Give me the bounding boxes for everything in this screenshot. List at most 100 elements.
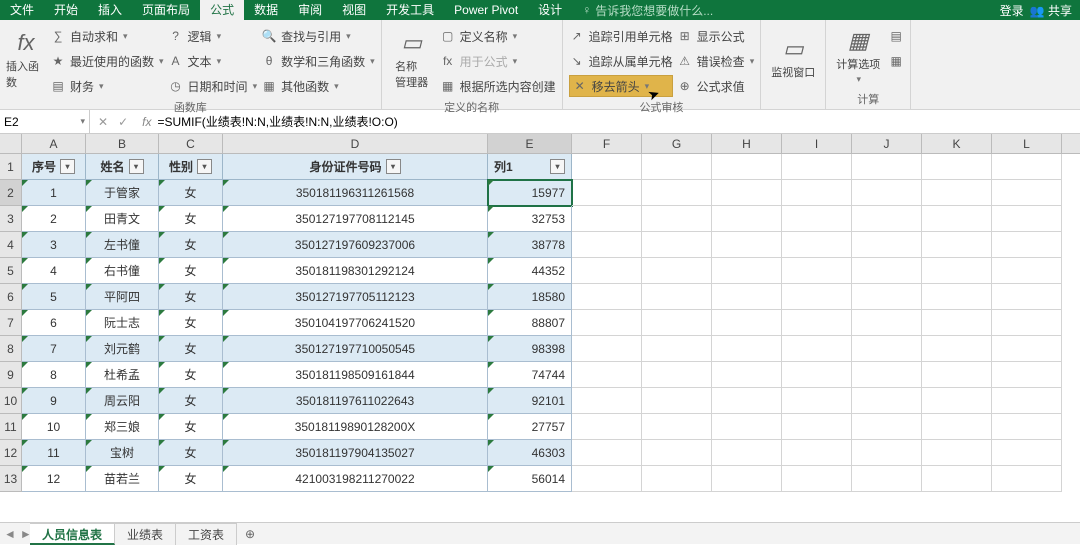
spreadsheet-grid[interactable]: ABCDEFGHIJKL 1序号▾姓名▾性别▾身份证件号码▾列1▾21于管家女3…: [0, 134, 1080, 492]
cell[interactable]: [642, 362, 712, 388]
cell-C11[interactable]: 女: [159, 414, 223, 440]
cell[interactable]: [572, 362, 642, 388]
cell-A5[interactable]: 4: [22, 258, 86, 284]
cell-D9[interactable]: 350181198509161844: [223, 362, 488, 388]
cell[interactable]: [922, 206, 992, 232]
column-header-G[interactable]: G: [642, 134, 712, 153]
cell-E11[interactable]: 27757: [488, 414, 572, 440]
cell[interactable]: [572, 466, 642, 492]
row-header-13[interactable]: 13: [0, 466, 22, 492]
cell[interactable]: [642, 310, 712, 336]
cell[interactable]: [852, 284, 922, 310]
column-header-D[interactable]: D: [223, 134, 488, 153]
cell-A12[interactable]: 11: [22, 440, 86, 466]
cell[interactable]: [922, 388, 992, 414]
cell-B2[interactable]: 于管家: [86, 180, 159, 206]
column-header-B[interactable]: B: [86, 134, 159, 153]
column-header-H[interactable]: H: [712, 134, 782, 153]
cell[interactable]: [712, 154, 782, 180]
cell-B6[interactable]: 平阿四: [86, 284, 159, 310]
row-header-5[interactable]: 5: [0, 258, 22, 284]
cell[interactable]: [852, 466, 922, 492]
cell-B12[interactable]: 宝树: [86, 440, 159, 466]
menu-tab-插入[interactable]: 插入: [88, 0, 132, 20]
cell[interactable]: [642, 466, 712, 492]
cell[interactable]: [642, 336, 712, 362]
calc-now-button[interactable]: ▤: [888, 25, 904, 47]
cell[interactable]: [992, 388, 1062, 414]
cell-B4[interactable]: 左书僮: [86, 232, 159, 258]
column-header-L[interactable]: L: [992, 134, 1062, 153]
new-sheet-button[interactable]: ⊕: [237, 527, 263, 541]
cell[interactable]: [642, 180, 712, 206]
cell-C10[interactable]: 女: [159, 388, 223, 414]
menu-tab-文件[interactable]: 文件: [0, 0, 44, 20]
cell[interactable]: [572, 180, 642, 206]
cell-C7[interactable]: 女: [159, 310, 223, 336]
cell[interactable]: [922, 180, 992, 206]
cell-E9[interactable]: 74744: [488, 362, 572, 388]
cell[interactable]: [922, 232, 992, 258]
text-functions-button[interactable]: A文本▾: [168, 50, 258, 72]
cell-E13[interactable]: 56014: [488, 466, 572, 492]
login-link[interactable]: 登录: [1000, 2, 1024, 19]
row-header-8[interactable]: 8: [0, 336, 22, 362]
cell[interactable]: [642, 440, 712, 466]
cell-D8[interactable]: 350127197710050545: [223, 336, 488, 362]
cell[interactable]: [782, 284, 852, 310]
cell-B11[interactable]: 郑三娘: [86, 414, 159, 440]
row-header-1[interactable]: 1: [0, 154, 22, 180]
cell[interactable]: [572, 284, 642, 310]
sheet-tab-工资表[interactable]: 工资表: [176, 523, 237, 545]
row-header-2[interactable]: 2: [0, 180, 22, 206]
cell-D12[interactable]: 350181197904135027: [223, 440, 488, 466]
cell-A8[interactable]: 7: [22, 336, 86, 362]
cell-E3[interactable]: 32753: [488, 206, 572, 232]
cell-A11[interactable]: 10: [22, 414, 86, 440]
cell[interactable]: [852, 232, 922, 258]
cell[interactable]: [712, 362, 782, 388]
trace-dependents-button[interactable]: ↘追踪从属单元格: [569, 50, 673, 72]
remove-arrows-button[interactable]: ✕移去箭头▾: [569, 75, 673, 97]
table-header-A[interactable]: 序号▾: [22, 154, 86, 180]
cell-A6[interactable]: 5: [22, 284, 86, 310]
sheet-nav-prev-icon[interactable]: ◄: [4, 527, 16, 541]
cell[interactable]: [922, 362, 992, 388]
cell[interactable]: [712, 258, 782, 284]
cell-A7[interactable]: 6: [22, 310, 86, 336]
cell[interactable]: [852, 206, 922, 232]
recent-functions-button[interactable]: ★最近使用的函数▾: [50, 50, 164, 72]
menu-tab-视图[interactable]: 视图: [332, 0, 376, 20]
cell-E12[interactable]: 46303: [488, 440, 572, 466]
menu-tab-审阅[interactable]: 审阅: [288, 0, 332, 20]
cell[interactable]: [922, 466, 992, 492]
cell[interactable]: [572, 414, 642, 440]
sheet-tab-业绩表[interactable]: 业绩表: [115, 523, 176, 545]
row-header-11[interactable]: 11: [0, 414, 22, 440]
row-header-9[interactable]: 9: [0, 362, 22, 388]
cell[interactable]: [572, 388, 642, 414]
cell[interactable]: [782, 180, 852, 206]
cell[interactable]: [572, 440, 642, 466]
cell[interactable]: [782, 154, 852, 180]
insert-function-button[interactable]: fx 插入函数: [6, 23, 46, 97]
row-header-12[interactable]: 12: [0, 440, 22, 466]
cell-B5[interactable]: 右书僮: [86, 258, 159, 284]
calc-options-button[interactable]: ▦ 计算选项 ▾: [832, 23, 884, 89]
column-header-J[interactable]: J: [852, 134, 922, 153]
cell[interactable]: [642, 206, 712, 232]
cell-A13[interactable]: 12: [22, 466, 86, 492]
cell[interactable]: [782, 258, 852, 284]
cell[interactable]: [992, 284, 1062, 310]
cell[interactable]: [852, 154, 922, 180]
menu-tab-开发工具[interactable]: 开发工具: [376, 0, 444, 20]
cell[interactable]: [782, 232, 852, 258]
cell-C6[interactable]: 女: [159, 284, 223, 310]
row-header-3[interactable]: 3: [0, 206, 22, 232]
row-header-4[interactable]: 4: [0, 232, 22, 258]
cell[interactable]: [992, 440, 1062, 466]
create-from-selection-button[interactable]: ▦根据所选内容创建: [440, 75, 556, 97]
menu-tab-设计[interactable]: 设计: [528, 0, 572, 20]
row-header-6[interactable]: 6: [0, 284, 22, 310]
sheet-nav-next-icon[interactable]: ►: [20, 527, 32, 541]
